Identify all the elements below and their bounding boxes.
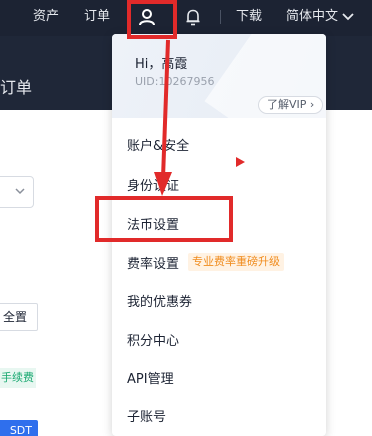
annotation-arrow (154, 39, 172, 196)
